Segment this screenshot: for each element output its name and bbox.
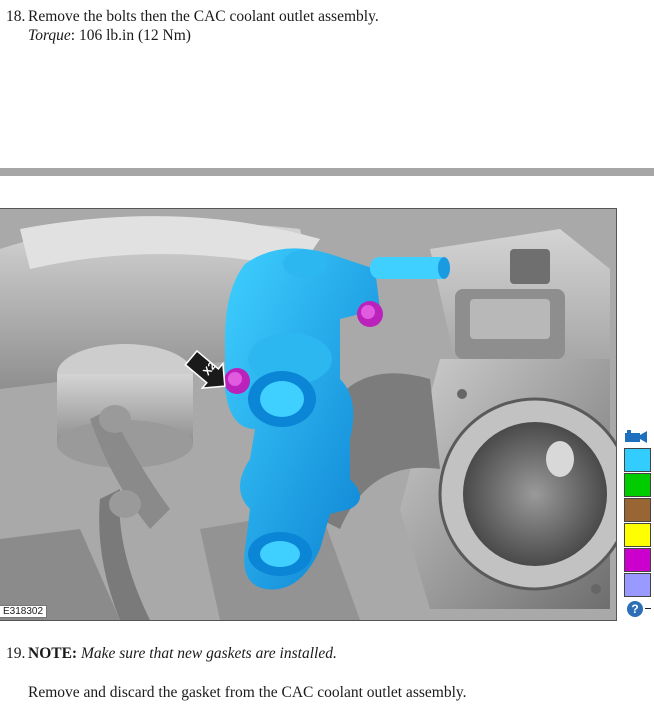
color-palette xyxy=(624,448,652,598)
swatch-lavender[interactable] xyxy=(624,573,651,597)
step-number: 19. xyxy=(6,645,26,662)
torque-value: : 106 lb.in (12 Nm) xyxy=(70,27,191,44)
swatch-magenta[interactable] xyxy=(624,548,651,572)
swatch-brown[interactable] xyxy=(624,498,651,522)
step-19-text: Remove and discard the gasket from the C… xyxy=(28,684,467,701)
step-19: 19. NOTE: Make sure that new gaskets are … xyxy=(6,644,337,663)
illustration[interactable]: X2 E318302 xyxy=(0,208,617,621)
note-label: NOTE: xyxy=(28,645,78,662)
help-icon[interactable]: ? xyxy=(627,601,643,617)
figure-id: E318302 xyxy=(0,605,48,618)
step-number: 18. xyxy=(6,8,26,25)
section-divider xyxy=(0,168,654,176)
swatch-yellow[interactable] xyxy=(624,523,651,547)
swatch-cyan[interactable] xyxy=(624,448,651,472)
note-text: Make sure that new gaskets are installed… xyxy=(80,645,337,662)
step-text: Remove the bolts then the CAC coolant ou… xyxy=(28,8,379,25)
engine-illustration xyxy=(0,209,616,620)
camera-icon[interactable] xyxy=(625,430,649,444)
step-18: 18. Remove the bolts then the CAC coolant… xyxy=(6,7,379,26)
torque-spec: Torque: 106 lb.in (12 Nm) xyxy=(28,26,191,45)
swatch-green[interactable] xyxy=(624,473,651,497)
torque-label: Torque xyxy=(28,27,71,44)
help-dash xyxy=(645,608,651,609)
